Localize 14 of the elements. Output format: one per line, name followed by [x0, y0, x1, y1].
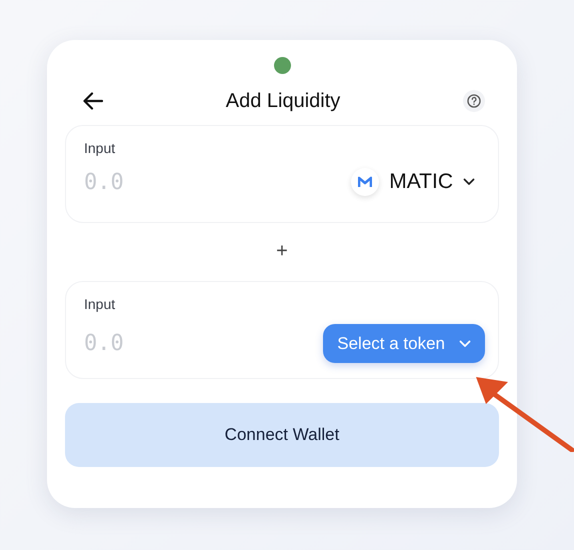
connect-wallet-button[interactable]: Connect Wallet: [65, 403, 499, 467]
input-label: Input: [84, 140, 116, 156]
select-token-button[interactable]: Select a token: [323, 324, 485, 363]
page-title: Add Liquidity: [226, 90, 340, 112]
input-label: Input: [84, 296, 116, 312]
help-button[interactable]: [463, 90, 485, 112]
token-logo-icon: [351, 168, 380, 196]
back-button[interactable]: [83, 92, 103, 110]
token-selector[interactable]: MATIC: [351, 168, 481, 196]
chevron-icon: [459, 340, 471, 348]
question-icon: [467, 94, 481, 108]
plus-sign: +: [276, 239, 288, 263]
back-arrow-icon: [83, 92, 103, 110]
chevron-icon: [463, 178, 475, 186]
